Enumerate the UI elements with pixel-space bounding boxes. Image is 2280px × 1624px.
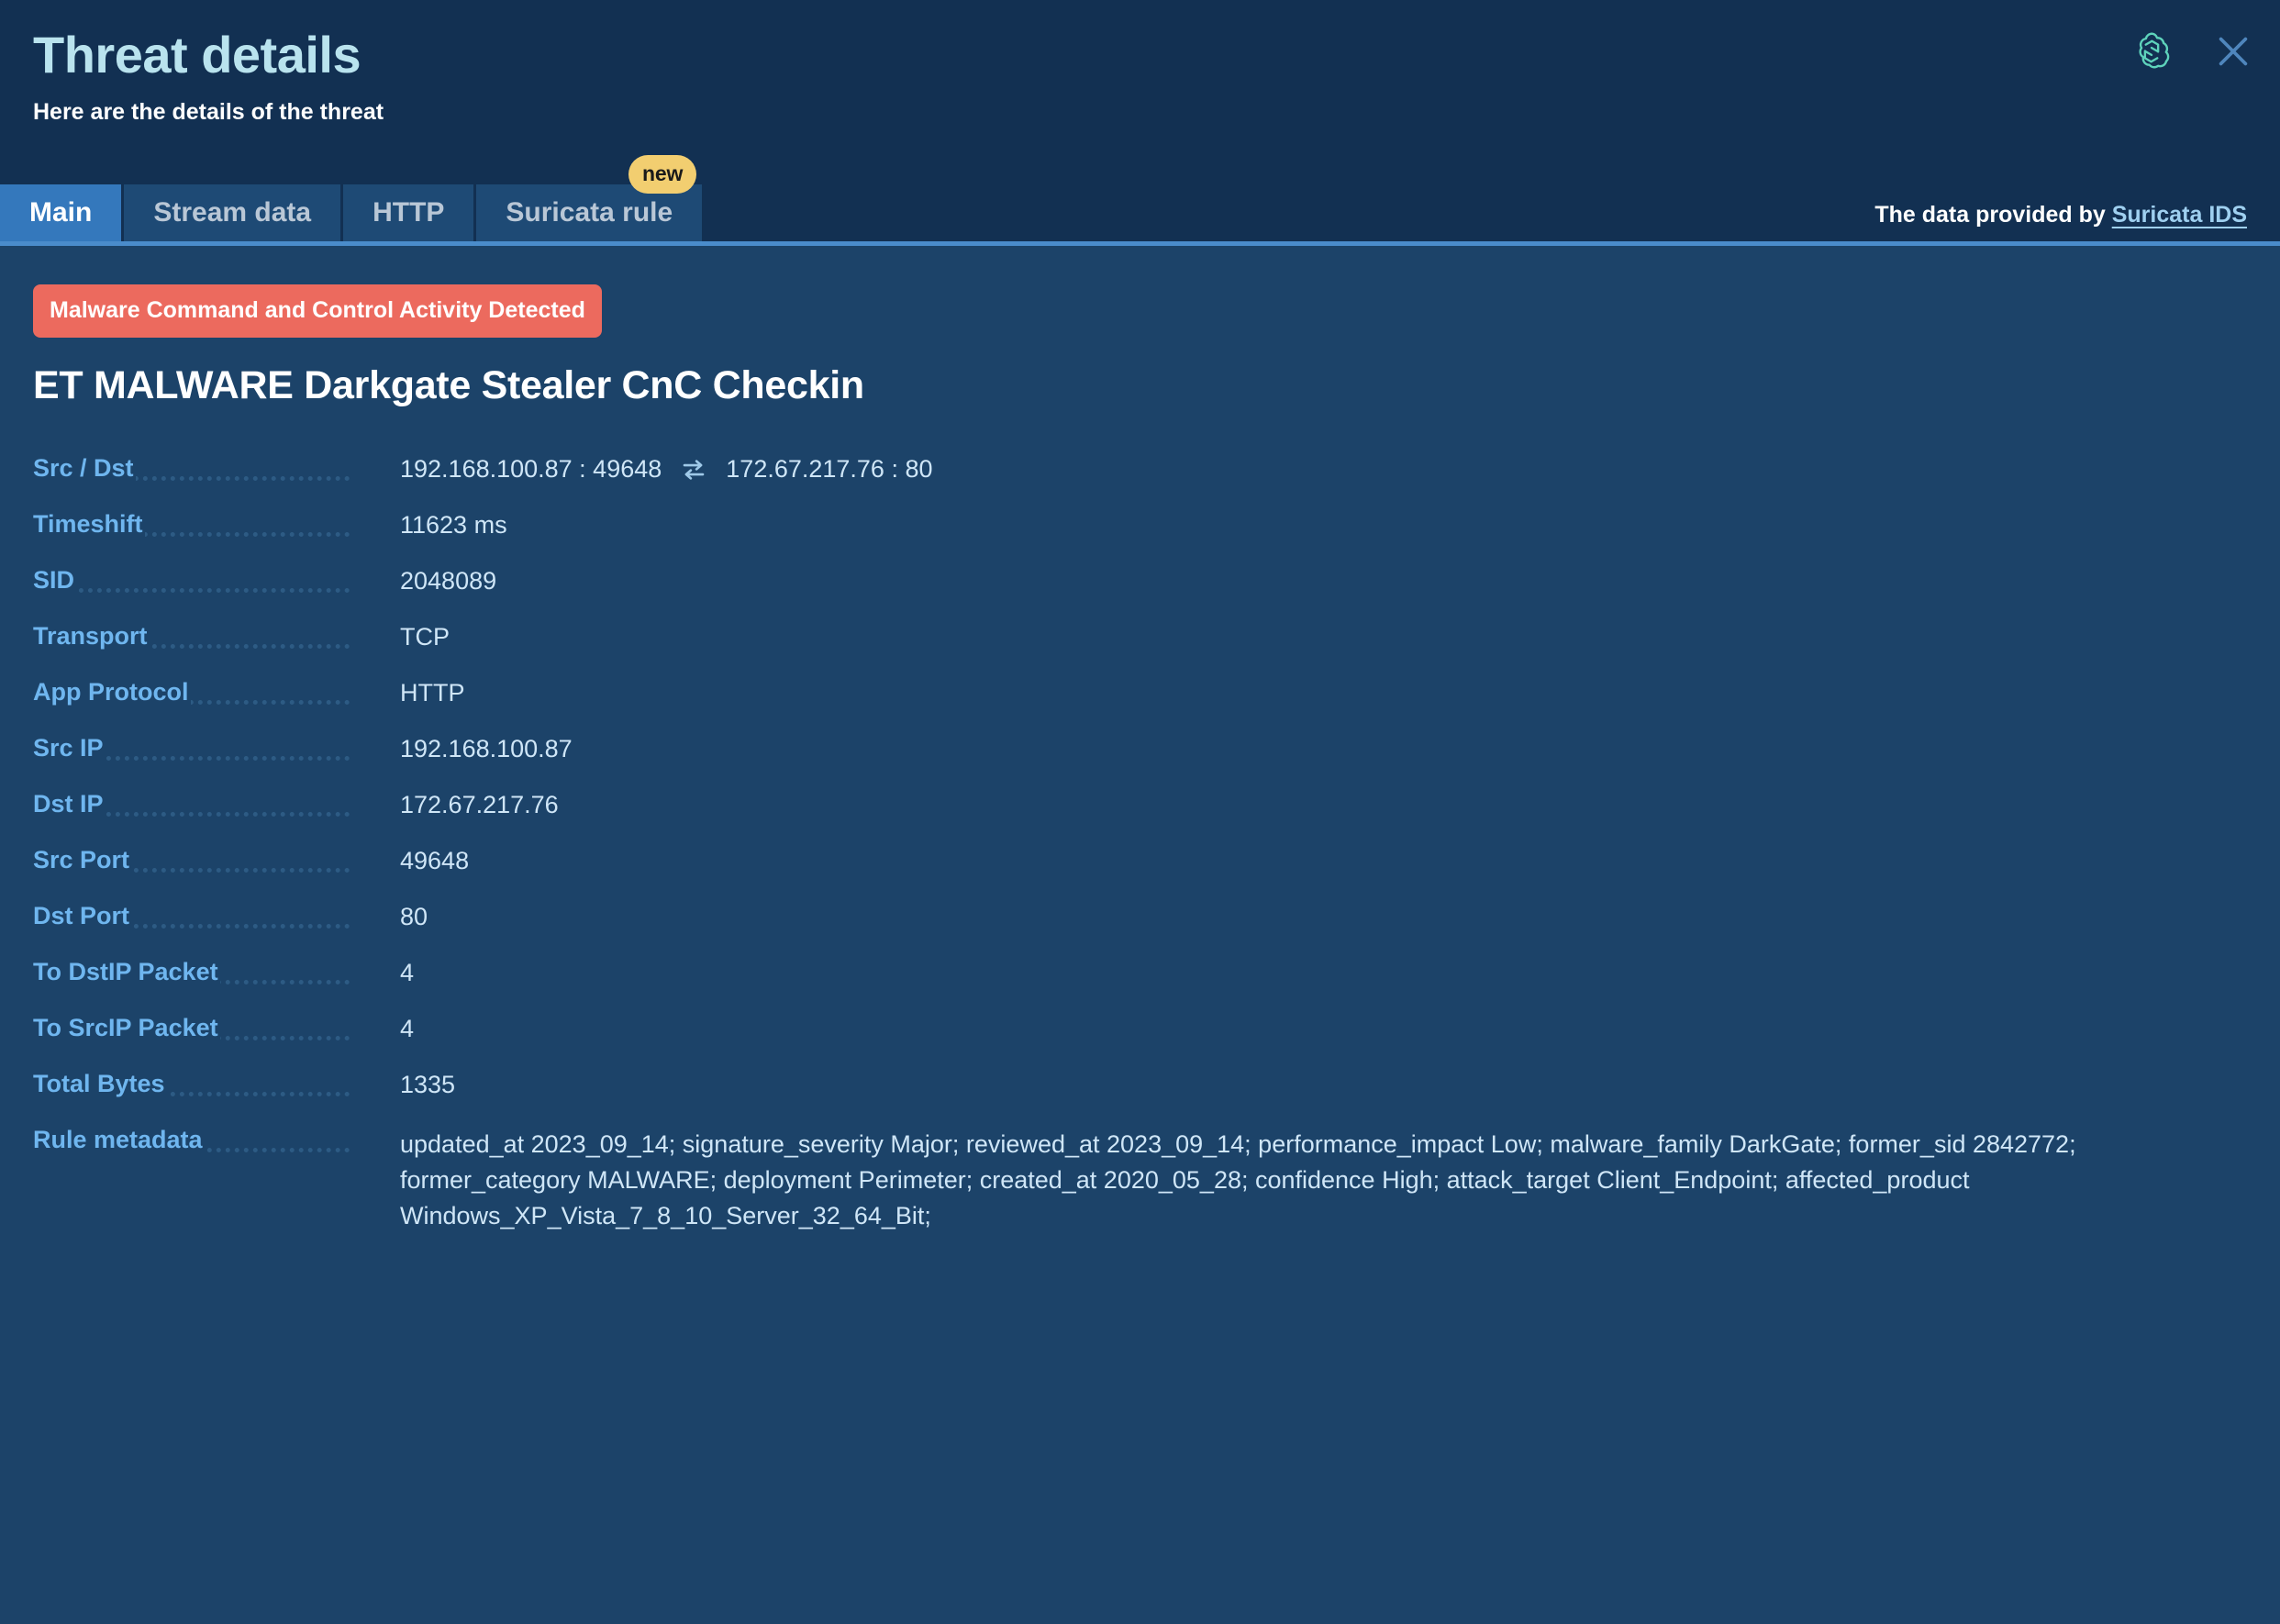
src-endpoint: 192.168.100.87 : 49648 xyxy=(400,455,662,483)
header-actions xyxy=(2128,28,2254,75)
detail-row-to-dstip-packet: To DstIP Packet 4 xyxy=(33,958,2247,989)
detail-row-total-bytes: Total Bytes 1335 xyxy=(33,1070,2247,1101)
leader-dots xyxy=(33,588,350,593)
openai-logo-icon[interactable] xyxy=(2128,28,2175,75)
page-subtitle: Here are the details of the threat xyxy=(33,99,384,126)
threat-name: ET MALWARE Darkgate Stealer CnC Checkin xyxy=(33,363,864,407)
detail-row-src-port: Src Port 49648 xyxy=(33,846,2247,877)
detail-value-src-ip: 192.168.100.87 xyxy=(400,735,573,762)
detail-value-dst-ip: 172.67.217.76 xyxy=(400,791,559,818)
detail-label-timeshift: Timeshift xyxy=(33,510,145,538)
detail-row-dst-port: Dst Port 80 xyxy=(33,902,2247,933)
detail-label-src-ip: Src IP xyxy=(33,734,106,762)
detail-label-wrap: To DstIP Packet xyxy=(33,958,400,989)
detail-row-sid: SID 2048089 xyxy=(33,566,2247,597)
detail-label-wrap: Transport xyxy=(33,622,400,653)
detail-label-total-bytes: Total Bytes xyxy=(33,1070,167,1097)
page-title: Threat details xyxy=(33,26,361,83)
detail-label-wrap: Src IP xyxy=(33,734,400,765)
detail-row-app-protocol: App Protocol HTTP xyxy=(33,678,2247,709)
detail-label-dst-port: Dst Port xyxy=(33,902,132,929)
detail-label-transport: Transport xyxy=(33,622,150,650)
detail-label-wrap: Dst Port xyxy=(33,902,400,933)
detail-value-total-bytes: 1335 xyxy=(400,1071,456,1098)
detail-label-wrap: Dst IP xyxy=(33,790,400,821)
exchange-arrows-icon xyxy=(680,456,707,484)
detail-label-app-protocol: App Protocol xyxy=(33,678,191,706)
tab-main[interactable]: Main xyxy=(0,184,125,241)
detail-row-to-srcip-packet: To SrcIP Packet 4 xyxy=(33,1014,2247,1045)
detail-label-src-port: Src Port xyxy=(33,846,132,873)
src-dst-pair: 192.168.100.87 : 49648 172.67.217.76 : 8… xyxy=(400,455,2247,484)
detail-row-src-ip: Src IP 192.168.100.87 xyxy=(33,734,2247,765)
data-provider-prefix: The data provided by xyxy=(1874,202,2106,228)
dialog-body: Malware Command and Control Activity Det… xyxy=(0,246,2280,1234)
detail-row-src-dst: Src / Dst 192.168.100.87 : 49648 172.67.… xyxy=(33,454,2247,485)
detail-value-timeshift: 11623 ms xyxy=(400,511,507,539)
detail-label-wrap: App Protocol xyxy=(33,678,400,709)
detail-row-timeshift: Timeshift 11623 ms xyxy=(33,510,2247,541)
detail-label-wrap: To SrcIP Packet xyxy=(33,1014,400,1045)
detail-label-src-dst: Src / Dst xyxy=(33,454,136,482)
tab-list: Main Stream data HTTP Suricata rule new xyxy=(0,155,703,241)
tab-bar: Main Stream data HTTP Suricata rule new … xyxy=(0,155,2280,246)
detail-label-wrap: Timeshift xyxy=(33,510,400,541)
tab-http-label: HTTP xyxy=(373,197,445,228)
suricata-ids-link[interactable]: Suricata IDS xyxy=(2112,202,2247,228)
detail-label-wrap: SID xyxy=(33,566,400,597)
tab-main-label: Main xyxy=(29,197,93,228)
detail-label-wrap: Rule metadata xyxy=(33,1126,400,1157)
detail-value-src-port: 49648 xyxy=(400,847,470,874)
data-provider-note: The data provided by Suricata IDS xyxy=(1874,202,2247,241)
detail-value-sid: 2048089 xyxy=(400,567,497,595)
dst-endpoint: 172.67.217.76 : 80 xyxy=(726,455,933,483)
detail-label-wrap: Src / Dst xyxy=(33,454,400,485)
detail-label-rule-metadata: Rule metadata xyxy=(33,1126,205,1153)
detail-value-app-protocol: HTTP xyxy=(400,679,465,706)
detail-label-dst-ip: Dst IP xyxy=(33,790,106,818)
detail-value-src-dst: 192.168.100.87 : 49648 172.67.217.76 : 8… xyxy=(400,454,2247,484)
status-badge: Malware Command and Control Activity Det… xyxy=(33,284,602,338)
detail-label-to-srcip-packet: To SrcIP Packet xyxy=(33,1014,220,1041)
dialog-header: Threat details Here are the details of t… xyxy=(0,0,2280,246)
tab-stream-data[interactable]: Stream data xyxy=(124,184,344,241)
detail-row-rule-metadata: Rule metadata updated_at 2023_09_14; sig… xyxy=(33,1126,2247,1234)
detail-value-to-dstip-packet: 4 xyxy=(400,959,415,986)
close-icon[interactable] xyxy=(2212,30,2254,72)
new-badge: new xyxy=(628,155,697,194)
detail-value-transport: TCP xyxy=(400,623,450,651)
tab-suricata-rule[interactable]: Suricata rule new xyxy=(476,155,703,241)
detail-value-to-srcip-packet: 4 xyxy=(400,1015,415,1042)
tab-stream-data-label: Stream data xyxy=(153,197,312,228)
tab-http[interactable]: HTTP xyxy=(343,184,477,241)
detail-label-to-dstip-packet: To DstIP Packet xyxy=(33,958,220,985)
detail-value-rule-metadata: updated_at 2023_09_14; signature_severit… xyxy=(400,1130,2076,1230)
detail-row-dst-ip: Dst IP 172.67.217.76 xyxy=(33,790,2247,821)
detail-label-wrap: Total Bytes xyxy=(33,1070,400,1101)
detail-label-sid: SID xyxy=(33,566,77,594)
detail-row-transport: Transport TCP xyxy=(33,622,2247,653)
detail-value-dst-port: 80 xyxy=(400,903,428,930)
threat-details-list: Src / Dst 192.168.100.87 : 49648 172.67.… xyxy=(33,454,2247,1234)
detail-label-wrap: Src Port xyxy=(33,846,400,877)
tab-suricata-rule-label: Suricata rule xyxy=(506,197,673,228)
